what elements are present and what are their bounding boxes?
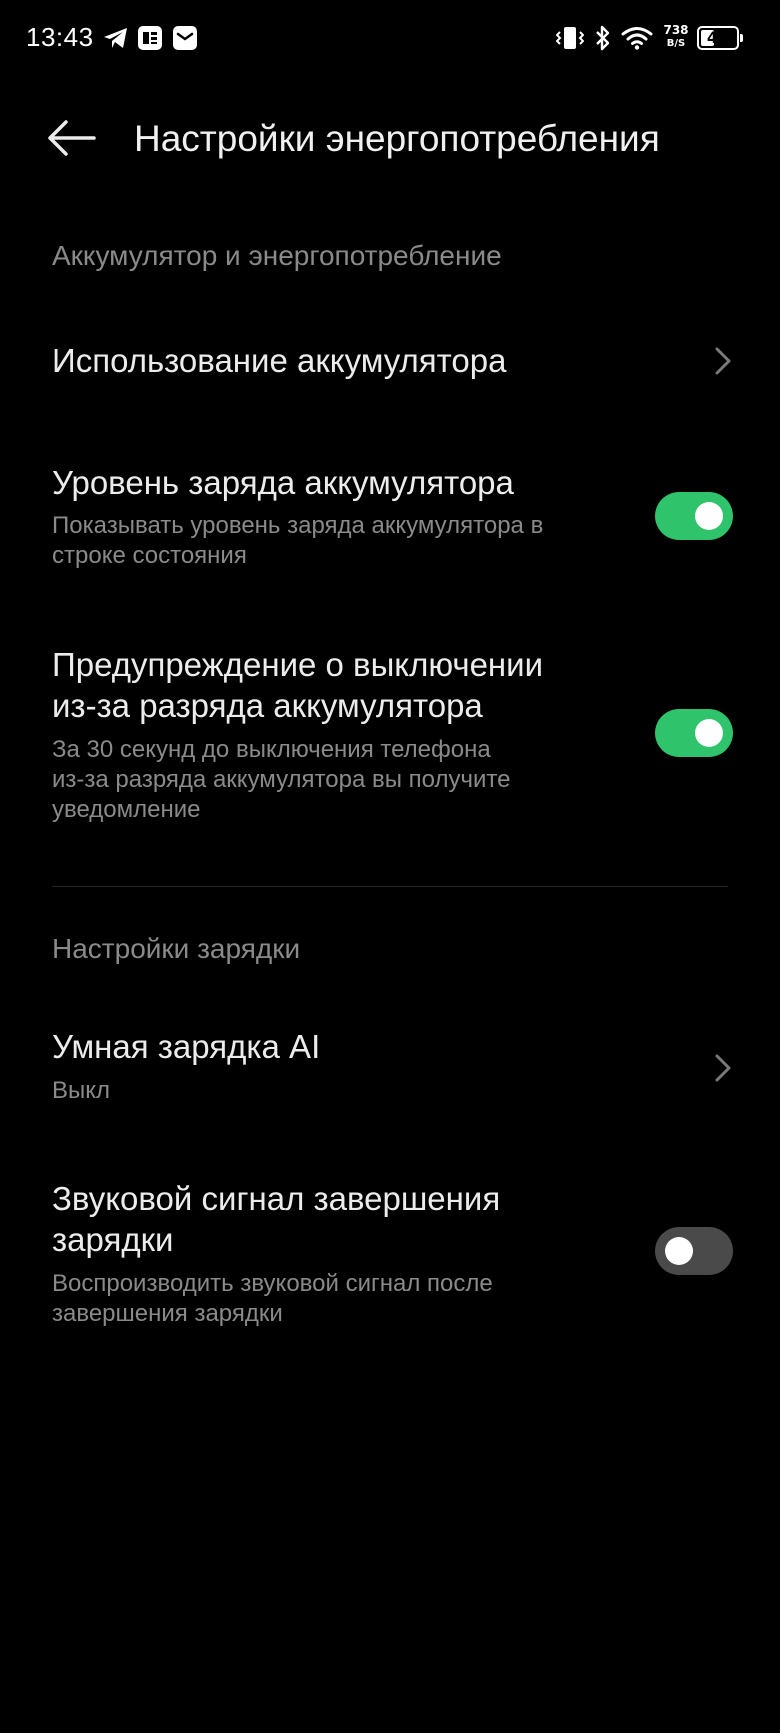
battery-indicator: 46 xyxy=(697,26,743,50)
low-battery-warning-title-line1: Предупреждение о выключении xyxy=(52,646,544,683)
network-speed: 738 B/S xyxy=(660,24,692,50)
smart-charging-title: Умная зарядка AI xyxy=(52,1028,321,1065)
charging-sound-subtitle-line2: завершения зарядки xyxy=(52,1300,283,1327)
smart-charging-row[interactable]: Умная зарядка AI Выкл xyxy=(0,1018,780,1118)
toggle-knob xyxy=(695,502,723,530)
arrow-left-icon xyxy=(48,120,96,156)
wifi-icon xyxy=(621,27,653,50)
toggle-knob xyxy=(695,719,723,747)
telegram-icon xyxy=(104,28,127,48)
vibrate-icon xyxy=(556,27,584,49)
toggle-knob xyxy=(665,1237,693,1265)
status-bar: 13:43 738 B/S 46 xyxy=(0,0,780,78)
page-title: Настройки энергопотребления xyxy=(134,118,660,159)
low-battery-warning-subtitle-line1: За 30 секунд до выключения телефона xyxy=(52,736,491,763)
chevron-right-icon xyxy=(715,1054,731,1082)
low-battery-warning-toggle[interactable] xyxy=(655,709,733,757)
battery-level-title: Уровень заряда аккумулятора xyxy=(52,464,514,501)
back-button[interactable] xyxy=(46,116,98,160)
battery-usage-row[interactable]: Использование аккумулятора xyxy=(0,320,780,402)
low-battery-warning-subtitle-line2: из-за разряда аккумулятора вы получите xyxy=(52,766,511,793)
battery-usage-title: Использование аккумулятора xyxy=(52,342,507,379)
status-time: 13:43 xyxy=(26,22,94,52)
charging-sound-title-line2: зарядки xyxy=(52,1221,174,1258)
low-battery-warning-subtitle-line3: уведомление xyxy=(52,796,201,823)
section-divider xyxy=(52,886,728,887)
battery-level-subtitle-line2: строке состояния xyxy=(52,542,247,569)
network-speed-unit: B/S xyxy=(666,38,686,49)
network-speed-value: 738 xyxy=(663,23,689,37)
low-battery-warning-title-line2: из-за разряда аккумулятора xyxy=(52,687,483,724)
battery-level-row[interactable]: Уровень заряда аккумулятора Показывать у… xyxy=(0,450,780,580)
section-header-battery: Аккумулятор и энергопотребление xyxy=(52,240,502,271)
mail-icon xyxy=(173,26,197,50)
low-battery-warning-row[interactable]: Предупреждение о выключении из-за разряд… xyxy=(0,640,780,830)
bluetooth-icon xyxy=(596,25,610,51)
battery-level: 46 xyxy=(706,28,730,47)
section-header-charging: Настройки зарядки xyxy=(52,933,301,964)
charging-sound-row[interactable]: Звуковой сигнал завершения зарядки Воспр… xyxy=(0,1176,780,1336)
smart-charging-status: Выкл xyxy=(52,1077,111,1104)
battery-level-toggle[interactable] xyxy=(655,492,733,540)
battery-level-subtitle-line1: Показывать уровень заряда аккумулятора в xyxy=(52,512,544,539)
chevron-right-icon xyxy=(715,347,731,375)
charging-sound-toggle[interactable] xyxy=(655,1227,733,1275)
charging-sound-subtitle-line1: Воспроизводить звуковой сигнал после xyxy=(52,1270,493,1297)
news-app-icon xyxy=(138,26,162,50)
charging-sound-title-line1: Звуковой сигнал завершения xyxy=(52,1180,501,1217)
